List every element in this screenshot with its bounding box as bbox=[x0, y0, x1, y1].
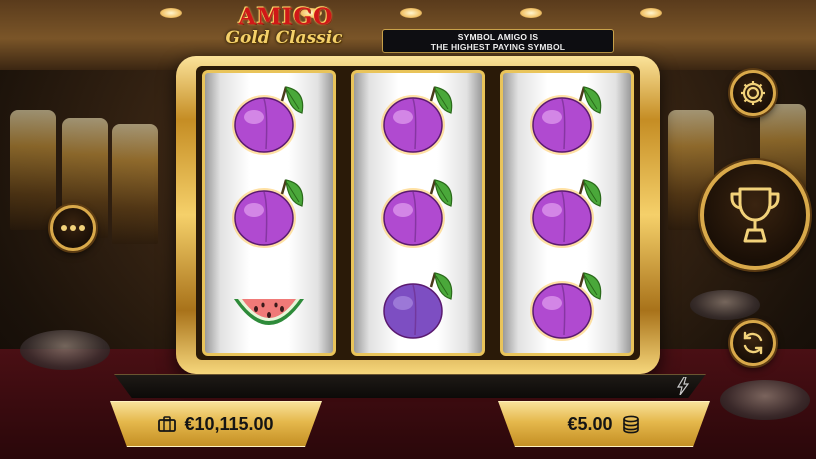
reel-symbol bbox=[205, 259, 333, 352]
briefcase-icon bbox=[158, 416, 177, 432]
plum-symbol bbox=[381, 178, 453, 248]
info-banner-line1: SYMBOL AMIGO IS bbox=[457, 32, 539, 42]
gear-icon bbox=[741, 81, 765, 105]
menu-button[interactable] bbox=[50, 205, 96, 251]
reel-symbol bbox=[503, 73, 631, 166]
balance-display: €10,115.00 bbox=[110, 401, 322, 447]
balance-amount: €10,115.00 bbox=[184, 413, 274, 434]
reel-window bbox=[196, 66, 640, 360]
reel-3 bbox=[500, 70, 634, 356]
logo-title: AMIGO bbox=[238, 4, 334, 30]
reel-frame bbox=[176, 56, 660, 374]
reel-symbol bbox=[354, 259, 482, 352]
bet-amount: €5.00 bbox=[567, 413, 613, 434]
game-logo: AMIGO Gold Classic bbox=[216, 4, 352, 54]
info-banner: SYMBOL AMIGO IS THE HIGHEST PAYING SYMBO… bbox=[382, 29, 614, 53]
settings-button[interactable] bbox=[730, 70, 776, 116]
reel-1 bbox=[202, 70, 336, 356]
background-slot-machine bbox=[10, 110, 56, 230]
reel-symbol bbox=[354, 73, 482, 166]
coins-icon bbox=[622, 415, 639, 434]
autoplay-button[interactable] bbox=[730, 320, 776, 366]
plum-symbol bbox=[530, 271, 602, 341]
plum-symbol bbox=[381, 85, 453, 155]
plum-symbol bbox=[232, 178, 304, 248]
reel-2 bbox=[351, 70, 485, 356]
purple-plum-symbol bbox=[383, 271, 453, 339]
reel-symbol bbox=[205, 73, 333, 166]
ellipsis-icon bbox=[61, 225, 85, 231]
spin-button[interactable] bbox=[700, 160, 810, 270]
reel-symbol bbox=[503, 166, 631, 259]
background-stool bbox=[690, 290, 760, 320]
reel-symbol bbox=[503, 259, 631, 352]
info-strip bbox=[114, 374, 706, 398]
bet-display[interactable]: €5.00 bbox=[498, 401, 710, 447]
info-banner-line2: THE HIGHEST PAYING SYMBOL bbox=[430, 42, 566, 52]
plum-symbol bbox=[530, 85, 602, 155]
background-slot-machine bbox=[112, 124, 158, 244]
background-stool bbox=[20, 330, 110, 370]
lightning-icon[interactable] bbox=[676, 377, 690, 395]
plum-symbol bbox=[232, 85, 304, 155]
trophy-icon bbox=[730, 187, 780, 243]
reel-symbol bbox=[205, 166, 333, 259]
logo-subtitle: Gold Classic bbox=[225, 28, 343, 48]
reel-symbol bbox=[354, 166, 482, 259]
refresh-icon bbox=[743, 331, 763, 355]
watermelon-symbol bbox=[234, 298, 304, 325]
background-stool bbox=[720, 380, 810, 420]
plum-symbol bbox=[530, 178, 602, 248]
